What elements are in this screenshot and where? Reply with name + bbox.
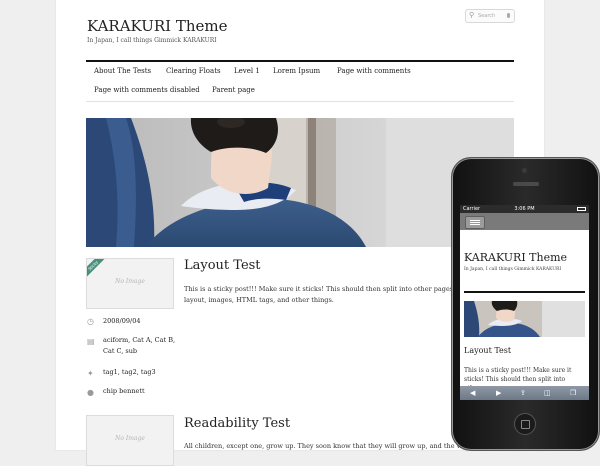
site-description: In Japan, I call things Gimmick KARAKURI	[87, 37, 217, 44]
nav-item-clearing-floats[interactable]: Clearing Floats	[166, 67, 221, 75]
nav-item-level-1[interactable]: Level 1	[234, 67, 260, 75]
site-title[interactable]: KARAKURI Theme	[87, 17, 228, 35]
share-icon[interactable]: ⇪	[520, 386, 526, 400]
mobile-menu-bar	[460, 213, 589, 230]
search-icon: ⚲	[469, 11, 475, 19]
search-input[interactable]: ⚲ Search	[465, 9, 515, 23]
post-excerpt: All children, except one, grow up. They …	[184, 442, 514, 450]
camera-icon	[522, 168, 527, 173]
nav-item-about[interactable]: About The Tests	[94, 67, 151, 75]
post-categories[interactable]: aciform, Cat A, Cat B, Cat C, sub	[103, 335, 178, 357]
nav-top-rule	[86, 60, 514, 62]
header-image	[86, 118, 514, 247]
status-bar: Carrier 3:06 PM	[460, 205, 589, 213]
bookmarks-icon[interactable]: ◫	[544, 386, 551, 400]
status-time: 3:06 PM	[514, 206, 535, 212]
forward-arrow-icon[interactable]: ▶	[496, 386, 501, 400]
mobile-header-image	[464, 301, 585, 337]
post-date[interactable]: 2008/09/04	[103, 316, 173, 327]
mobile-site-description: In Japan, I call things Gimmick KARAKURI	[464, 267, 562, 272]
nav-item-lorem-ipsum[interactable]: Lorem Ipsum	[273, 67, 320, 75]
search-placeholder: Search	[478, 13, 496, 19]
back-arrow-icon[interactable]: ◀	[470, 386, 475, 400]
tag-icon: ✦	[87, 369, 94, 378]
nav-item-page-with-comments[interactable]: Page with comments	[337, 67, 411, 75]
mobile-post-title[interactable]: Layout Test	[464, 346, 511, 355]
no-image-label: No Image	[115, 435, 145, 442]
mobile-rule	[464, 291, 585, 293]
menu-toggle-button[interactable]	[465, 216, 485, 229]
post-tags[interactable]: tag1, tag2, tag3	[103, 367, 178, 378]
nav-item-comments-disabled[interactable]: Page with comments disabled	[94, 86, 200, 94]
user-icon: ●	[87, 388, 94, 397]
mobile-site-title[interactable]: KARAKURI Theme	[464, 251, 567, 264]
header-photo	[86, 118, 514, 247]
post-thumbnail[interactable]: Sticky No Image	[86, 258, 174, 309]
post-excerpt: This is a sticky post!!! Make sure it st…	[184, 285, 470, 304]
post-thumbnail[interactable]: No Image	[86, 415, 174, 466]
post-title[interactable]: Layout Test	[184, 258, 261, 273]
phone-mockup: Carrier 3:06 PM KARAKURI Theme In Japan,…	[451, 157, 600, 451]
mobile-header-photo	[464, 301, 585, 337]
speaker-grille	[513, 182, 539, 186]
nav-bottom-rule	[86, 101, 514, 102]
folder-icon: ▤	[87, 337, 95, 346]
battery-icon	[577, 207, 586, 211]
clock-icon: ◷	[87, 317, 94, 326]
no-image-label: No Image	[115, 278, 145, 285]
microphone-icon[interactable]	[507, 13, 510, 18]
post-title[interactable]: Readability Test	[184, 416, 290, 431]
post-author[interactable]: chip bennett	[103, 386, 178, 397]
tabs-icon[interactable]: ❐	[570, 386, 576, 400]
browser-toolbar: ◀ ▶ ⇪ ◫ ❐	[460, 386, 589, 400]
phone-screen: Carrier 3:06 PM KARAKURI Theme In Japan,…	[460, 205, 589, 400]
home-button[interactable]	[514, 413, 536, 435]
nav-item-parent-page[interactable]: Parent page	[212, 86, 255, 94]
